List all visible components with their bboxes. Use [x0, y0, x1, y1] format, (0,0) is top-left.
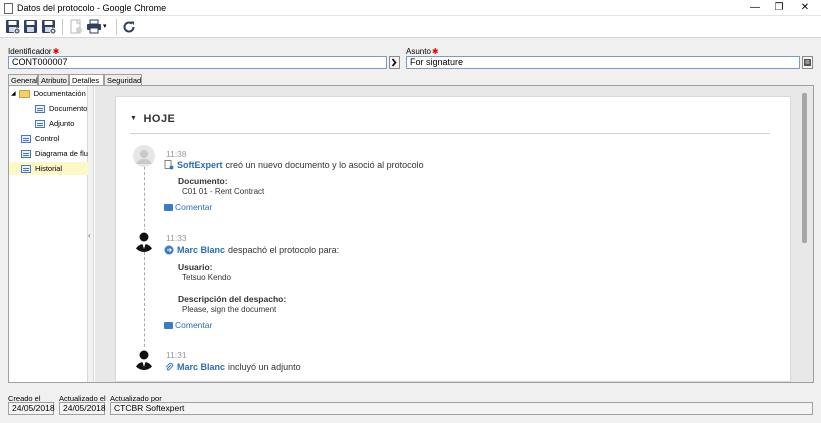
subject-label-text: Asunto — [406, 47, 431, 56]
user-avatar-icon — [135, 350, 153, 370]
comment-icon — [164, 203, 173, 211]
toolbar-separator — [62, 19, 63, 35]
avatar — [133, 348, 155, 370]
restore-button[interactable]: ❐ — [766, 0, 792, 16]
identifier-label-text: Identificador — [8, 47, 52, 56]
attachment-icon — [164, 362, 174, 372]
tree-item-label: Diagrama de flujo — [35, 149, 94, 158]
comment-link[interactable]: Comentar — [164, 320, 212, 330]
caret-down-icon: ▼ — [130, 115, 138, 122]
section-divider — [130, 133, 770, 134]
avatar — [133, 230, 155, 252]
comment-link[interactable]: Comentar — [164, 202, 212, 212]
timeline-connector — [144, 167, 145, 237]
entry-action: creó un nuevo documento y lo asoció al p… — [225, 160, 424, 170]
history-area: ▼ HOJE 11:38 SoftExpert creó un nuevo doc… — [95, 86, 813, 382]
subject-field[interactable]: For signature — [406, 56, 800, 69]
comment-icon — [164, 321, 173, 329]
detail-value: Tetsuo Kendo — [182, 273, 231, 282]
updated-by-field: CTCBR Softexpert — [110, 402, 813, 415]
collapse-tree-handle[interactable]: ‹ — [88, 86, 94, 382]
save-close-icon[interactable] — [41, 19, 57, 35]
entry-summary: SoftExpert creó un nuevo documento y lo … — [164, 160, 424, 170]
form-icon — [35, 119, 45, 128]
tree-item-label: Documento — [49, 104, 88, 113]
subject-edit-button[interactable] — [802, 56, 813, 69]
identifier-label: Identificador✱ — [8, 47, 59, 56]
required-icon: ✱ — [431, 47, 439, 56]
chevron-right-icon — [391, 58, 397, 67]
details-panel: ◢ Documentación Documento Adjunto Contro… — [8, 85, 814, 383]
minimize-button[interactable]: — — [742, 0, 768, 16]
tree-item-label: Documentación — [33, 89, 86, 98]
comment-label: Comentar — [175, 320, 213, 330]
entry-author-link[interactable]: SoftExpert — [177, 160, 223, 170]
entry-summary: Marc Blanc despachó el protocolo para: — [164, 245, 339, 255]
textarea-icon — [804, 59, 811, 66]
scrollbar-thumb[interactable] — [802, 93, 807, 243]
user-placeholder-icon — [133, 145, 155, 167]
document-add-icon — [164, 160, 174, 170]
expand-icon[interactable]: ◢ — [11, 90, 16, 97]
chevron-left-icon: ‹ — [88, 231, 91, 240]
dispatch-icon — [164, 245, 174, 255]
entry-time: 11:33 — [166, 233, 187, 243]
updated-field: 24/05/2018 — [59, 402, 106, 415]
tree-item-documentacion[interactable]: ◢ Documentación — [11, 89, 86, 98]
detail-label: Descripción del despacho: — [178, 294, 287, 304]
subject-label: Asunto✱ — [406, 47, 439, 56]
detail-label: Usuario: — [178, 262, 213, 272]
tree-item-label: Historial — [35, 164, 63, 173]
identifier-navigate-button[interactable] — [389, 56, 400, 69]
created-field: 24/05/2018 — [8, 402, 55, 415]
section-header[interactable]: ▼ HOJE — [130, 113, 175, 125]
avatar — [133, 145, 155, 167]
detail-value: C01 01 - Rent Contract — [182, 187, 265, 196]
tree-item-control[interactable]: Control — [21, 134, 59, 143]
tree-item-label: Control — [35, 134, 60, 143]
save-new-icon[interactable] — [5, 19, 21, 35]
tree-item-historial[interactable]: Historial — [9, 162, 88, 175]
identifier-field[interactable]: CONT000007 — [8, 56, 387, 69]
refresh-icon[interactable] — [121, 19, 137, 35]
timeline-connector — [144, 252, 145, 362]
window-titlebar: Datos del protocolo - Google Chrome — ❐ … — [0, 0, 821, 16]
entry-action: incluyó un adjunto — [228, 362, 301, 372]
toolbar: ▾ — [0, 16, 821, 38]
attach-icon[interactable] — [68, 19, 84, 35]
toolbar-separator — [116, 19, 117, 35]
user-avatar-icon — [135, 232, 153, 252]
window-title: Datos del protocolo - Google Chrome — [17, 3, 167, 13]
detail-value: Please, sign the document — [182, 305, 277, 314]
details-tree: ◢ Documentación Documento Adjunto Contro… — [9, 86, 94, 382]
section-title: HOJE — [143, 113, 176, 125]
form-icon — [21, 134, 31, 143]
entry-action: despachó el protocolo para: — [228, 245, 340, 255]
entry-time: 11:31 — [166, 350, 187, 360]
tree-item-documento[interactable]: Documento — [35, 104, 87, 113]
document-icon — [4, 3, 13, 14]
entry-author-link[interactable]: Marc Blanc — [177, 245, 225, 255]
required-icon: ✱ — [52, 47, 60, 56]
comment-label: Comentar — [175, 202, 213, 212]
history-card: ▼ HOJE 11:38 SoftExpert creó un nuevo doc… — [115, 96, 791, 382]
print-dropdown-icon[interactable]: ▾ — [103, 19, 111, 35]
save-icon[interactable] — [23, 19, 39, 35]
detail-label: Documento: — [178, 176, 228, 186]
entry-author-link[interactable]: Marc Blanc — [177, 362, 225, 372]
form-icon — [35, 104, 45, 113]
entry-time: 11:38 — [166, 149, 187, 159]
tree-item-adjunto[interactable]: Adjunto — [35, 119, 74, 128]
vertical-scrollbar[interactable] — [801, 91, 809, 379]
tree-item-label: Adjunto — [49, 119, 75, 128]
close-button[interactable]: ✕ — [792, 0, 818, 16]
form-icon — [21, 164, 31, 173]
folder-icon — [18, 89, 30, 98]
form-icon — [21, 149, 31, 158]
entry-summary: Marc Blanc incluyó un adjunto — [164, 362, 301, 372]
tree-item-diagrama[interactable]: Diagrama de flujo — [21, 149, 94, 158]
